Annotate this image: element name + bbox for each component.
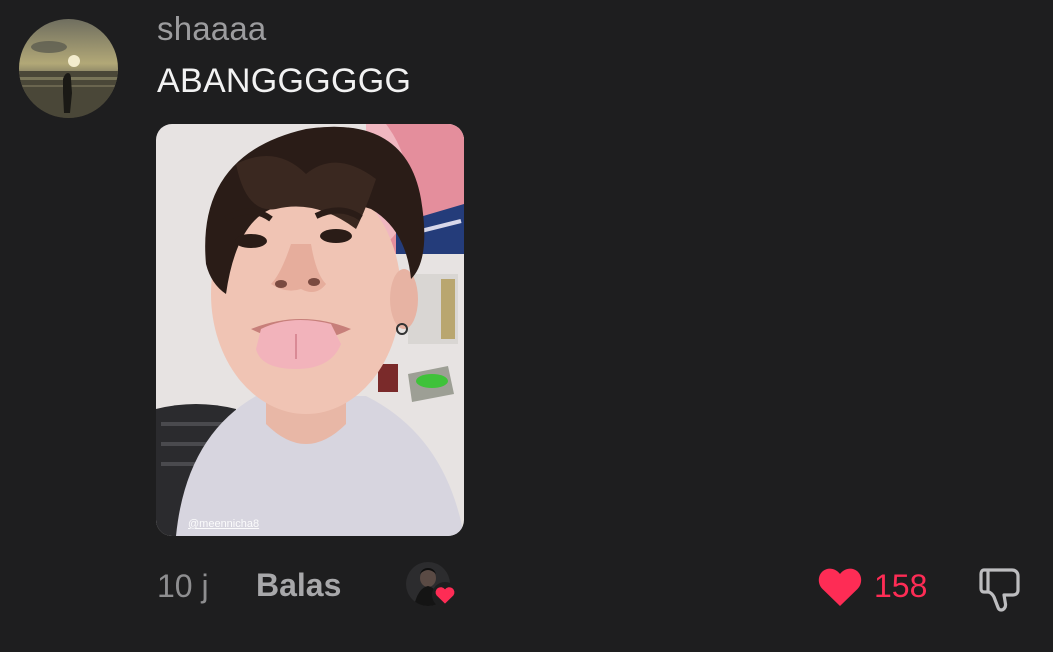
heart-icon [432,582,458,608]
thumbs-down-icon[interactable] [974,562,1026,614]
heart-icon[interactable] [816,562,864,610]
reply-button[interactable]: Balas [256,567,341,604]
comment-item: shaaaa ABANGGGGGG @meennicha8 10 j Balas… [0,0,1053,652]
creator-liked-badge [406,562,462,610]
comment-username[interactable]: shaaaa [157,10,266,48]
selfie-photo-image [156,124,464,536]
comment-photo[interactable]: @meennicha8 [156,124,464,536]
sunset-beach-avatar-image [19,19,118,118]
like-count: 158 [874,568,928,604]
photo-watermark: @meennicha8 [188,518,260,530]
comment-timestamp: 10 j [157,568,209,604]
comment-text: ABANGGGGGG [157,62,412,100]
commenter-avatar[interactable] [19,19,118,118]
